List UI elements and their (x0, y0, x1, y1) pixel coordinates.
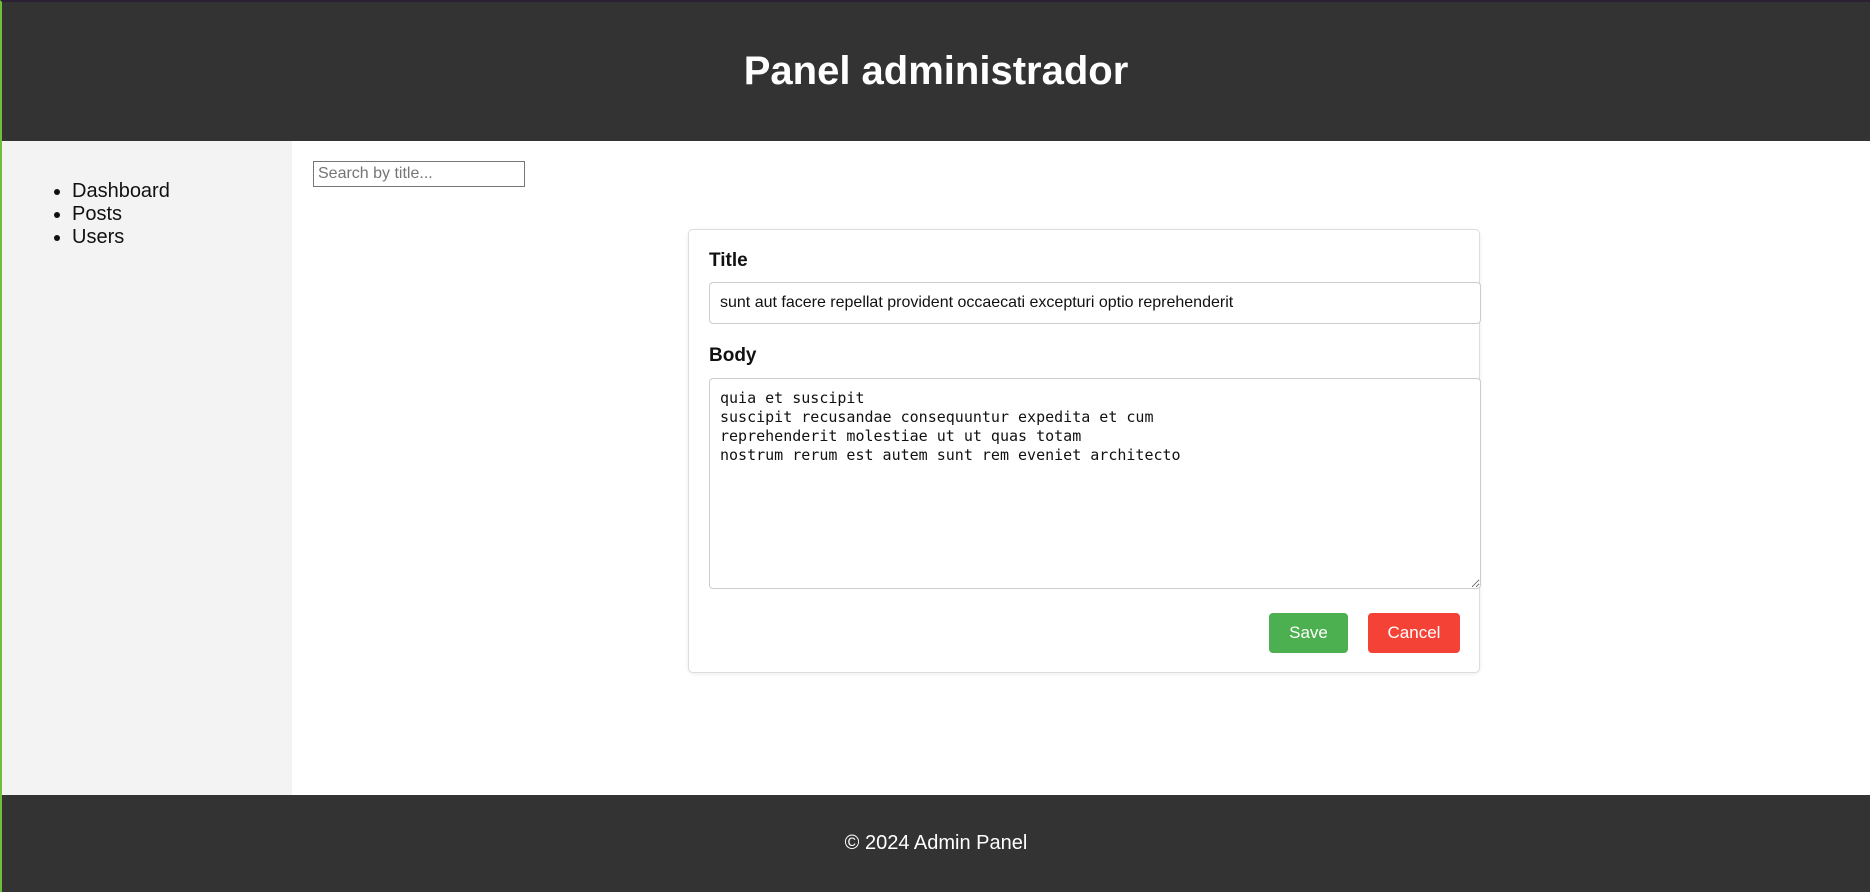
body-textarea[interactable]: quia et suscipit suscipit recusandae con… (709, 378, 1481, 589)
sidebar-nav-list: Dashboard Posts Users (2, 180, 170, 249)
title-input[interactable] (709, 282, 1481, 324)
footer-copyright: © 2024 Admin Panel (844, 832, 1028, 854)
search-input[interactable] (313, 161, 525, 187)
title-label: Title (709, 250, 748, 271)
edit-post-form: Title Body quia et suscipit suscipit rec… (688, 229, 1481, 673)
app-footer: © 2024 Admin Panel (2, 795, 1870, 892)
body-label: Body (709, 345, 757, 366)
page-title: Panel administrador (743, 49, 1129, 93)
save-button[interactable]: Save (1269, 613, 1348, 653)
app-header: Panel administrador (2, 2, 1870, 141)
cancel-button[interactable]: Cancel (1368, 613, 1460, 653)
sidebar: Dashboard Posts Users (2, 141, 292, 795)
sidebar-item-users[interactable]: Users (72, 226, 170, 249)
sidebar-item-dashboard[interactable]: Dashboard (72, 180, 170, 203)
main-content: Title Body quia et suscipit suscipit rec… (292, 141, 1870, 795)
sidebar-item-posts[interactable]: Posts (72, 203, 170, 226)
